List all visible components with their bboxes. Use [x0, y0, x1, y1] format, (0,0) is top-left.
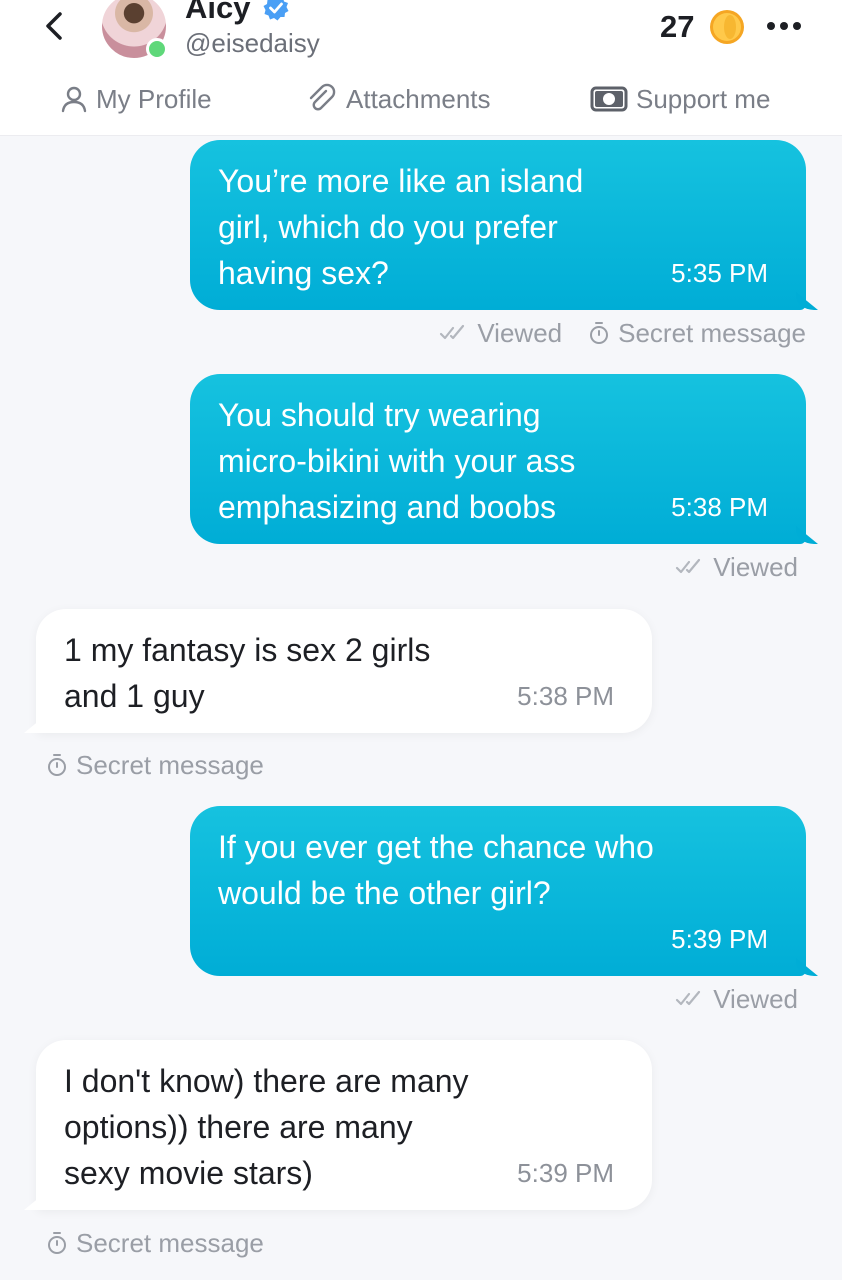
message-status: Viewed Secret message [439, 318, 806, 348]
coin-balance: 27 [660, 9, 695, 44]
tab-support-me-label: Support me [636, 83, 771, 114]
person-icon [61, 86, 87, 113]
tab-support-me[interactable]: Support me [590, 76, 770, 122]
more-dots-icon [767, 22, 801, 30]
message-time: 5:39 PM [517, 1158, 614, 1188]
message-text: 1 my fantasy is sex 2 girls and 1 guy [64, 632, 431, 714]
verified-badge-icon [263, 0, 289, 21]
secret-message-label: Secret message [76, 750, 264, 780]
message-time: 5:38 PM [671, 492, 768, 522]
user-handle: @eisedaisy [185, 28, 320, 58]
tab-my-profile-label: My Profile [96, 83, 212, 114]
online-indicator [146, 38, 168, 60]
message-status: Viewed [675, 552, 798, 582]
back-button[interactable] [34, 6, 74, 46]
message-text: If you ever get the chance who would be … [218, 829, 654, 911]
coin-icon[interactable] [708, 8, 746, 46]
double-check-icon [440, 324, 465, 340]
message-text: I don't know) there are many options)) t… [64, 1063, 469, 1191]
message-time: 5:39 PM [671, 924, 768, 954]
message-status: Viewed [675, 984, 798, 1014]
status-viewed: Viewed [713, 984, 798, 1014]
secret-message-label: Secret message [618, 318, 806, 348]
status-viewed: Viewed [713, 552, 798, 582]
secret-message-label: Secret message [76, 1228, 264, 1258]
tab-my-profile[interactable]: My Profile [60, 76, 212, 122]
double-check-icon [676, 990, 701, 1006]
chevron-left-icon [46, 12, 62, 40]
timer-icon [48, 754, 66, 776]
user-name[interactable]: Aicy [185, 0, 250, 28]
message-time: 5:38 PM [517, 681, 614, 711]
status-viewed: Viewed [477, 318, 563, 348]
tab-attachments-label: Attachments [346, 83, 491, 114]
avatar[interactable] [100, 0, 168, 60]
message-bubble-incoming[interactable]: I don't know) there are many options)) t… [36, 1040, 652, 1210]
timer-icon [590, 322, 609, 344]
message-time: 5:35 PM [671, 258, 768, 288]
banknote-icon [590, 86, 628, 112]
message-bubble-incoming[interactable]: 1 my fantasy is sex 2 girls and 1 guy 5:… [36, 609, 652, 733]
message-bubble-outgoing[interactable]: If you ever get the chance who would be … [190, 806, 806, 976]
paperclip-icon [309, 83, 336, 111]
more-options-button[interactable] [764, 8, 804, 44]
message-status: Secret message [46, 1228, 264, 1258]
timer-icon [48, 1232, 66, 1254]
message-bubble-outgoing[interactable]: You’re more like an island girl, which d… [190, 140, 806, 310]
message-status: Secret message [46, 750, 264, 780]
message-text: You’re more like an island girl, which d… [218, 163, 584, 291]
message-text: You should try wearing micro-bikini with… [218, 397, 576, 525]
tab-attachments[interactable]: Attachments [306, 76, 491, 122]
message-bubble-outgoing[interactable]: You should try wearing micro-bikini with… [190, 374, 806, 544]
chat-header: Aicy @eisedaisy 27 My Profile Attachment… [0, 0, 842, 136]
double-check-icon [676, 558, 701, 574]
chat-screen: Aicy @eisedaisy 27 My Profile Attachment… [0, 0, 842, 1280]
profile-nav: My Profile Attachments Support me [0, 76, 842, 122]
